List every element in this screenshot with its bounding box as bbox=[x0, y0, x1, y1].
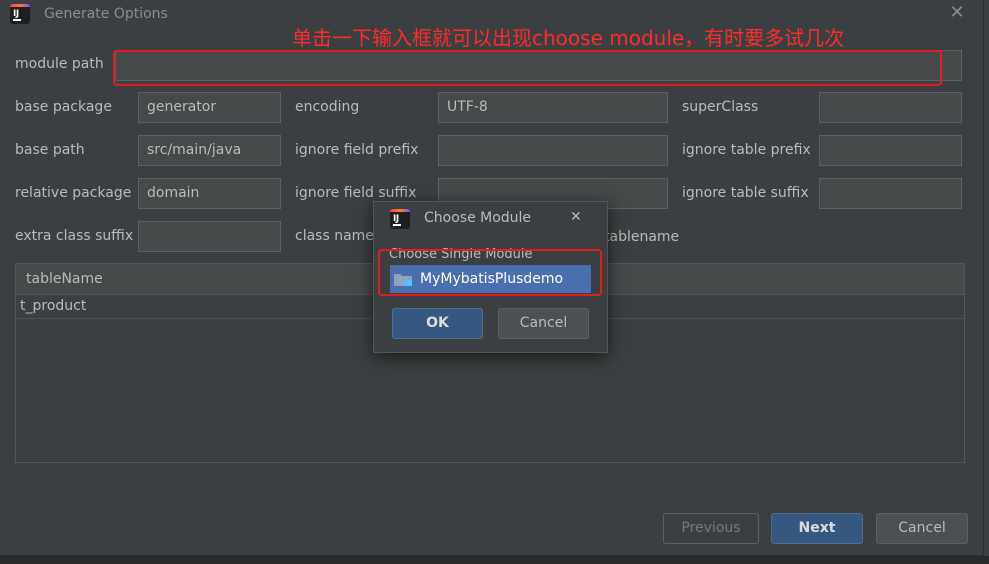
encoding-input[interactable]: UTF-8 bbox=[438, 92, 668, 123]
base-package-label: base package bbox=[15, 99, 112, 115]
intellij-app-icon: IJ bbox=[390, 209, 410, 229]
bottom-editor-strip bbox=[0, 556, 989, 564]
annotation-highlight-box bbox=[113, 50, 942, 86]
tablename-label: tablename bbox=[604, 229, 680, 245]
extra-class-suffix-label: extra class suffix bbox=[15, 228, 134, 244]
cancel-button[interactable]: Cancel bbox=[876, 513, 968, 544]
base-path-input[interactable]: src/main/java bbox=[138, 135, 281, 166]
column-header-tablename: tableName bbox=[26, 271, 103, 287]
modal-cancel-button[interactable]: Cancel bbox=[498, 308, 589, 339]
modal-title: Choose Module bbox=[424, 210, 532, 226]
table-cell-tablename: t_product bbox=[20, 298, 87, 314]
close-icon[interactable]: ✕ bbox=[948, 4, 966, 22]
intellij-app-icon: IJ bbox=[10, 4, 30, 24]
relative-package-input[interactable]: domain bbox=[138, 178, 281, 209]
ok-button[interactable]: OK bbox=[392, 308, 483, 339]
relative-package-label: relative package bbox=[15, 185, 132, 201]
base-path-label: base path bbox=[15, 142, 85, 158]
ignore-table-prefix-input[interactable] bbox=[819, 135, 962, 166]
annotation-text: 单击一下输入框就可以出现choose module，有时要多试几次 bbox=[292, 26, 845, 50]
ignore-table-suffix-input[interactable] bbox=[819, 178, 962, 209]
extra-class-suffix-input[interactable] bbox=[138, 221, 281, 252]
base-package-input[interactable]: generator bbox=[138, 92, 281, 123]
ignore-field-prefix-input[interactable] bbox=[438, 135, 668, 166]
window-title: Generate Options bbox=[44, 6, 168, 22]
encoding-label: encoding bbox=[295, 99, 360, 115]
module-path-label: module path bbox=[15, 56, 104, 72]
next-button[interactable]: Next bbox=[771, 513, 863, 544]
ignore-field-prefix-label: ignore field prefix bbox=[295, 142, 419, 158]
choose-module-modal: IJ Choose Module ✕ Choose Single Module … bbox=[373, 201, 608, 353]
ignore-table-prefix-label: ignore table prefix bbox=[682, 142, 811, 158]
module-highlight-box bbox=[378, 249, 602, 296]
super-class-label: superClass bbox=[682, 99, 759, 115]
previous-button[interactable]: Previous bbox=[663, 513, 759, 544]
super-class-input[interactable] bbox=[819, 92, 962, 123]
ignore-table-suffix-label: ignore table suffix bbox=[682, 185, 809, 201]
modal-close-icon[interactable]: ✕ bbox=[570, 210, 584, 224]
ignore-field-suffix-label: ignore field suffix bbox=[295, 185, 417, 201]
